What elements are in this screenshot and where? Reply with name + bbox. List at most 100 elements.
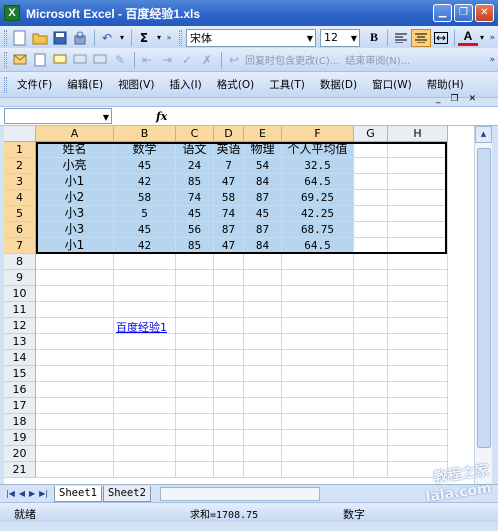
cell-f20[interactable] [282, 446, 354, 462]
cell-d20[interactable] [214, 446, 244, 462]
cell-b20[interactable] [114, 446, 176, 462]
cell-b13[interactable] [114, 334, 176, 350]
cell-d15[interactable] [214, 366, 244, 382]
tab-sheet1[interactable]: Sheet1 [54, 485, 102, 502]
cell-e4[interactable]: 87 [244, 190, 282, 206]
cell-f17[interactable] [282, 398, 354, 414]
cell-g8[interactable] [354, 254, 388, 270]
row-header-10[interactable]: 10 [4, 286, 36, 302]
column-header-a[interactable]: A [36, 126, 114, 142]
cell-e21[interactable] [244, 462, 282, 478]
cell-h1[interactable] [388, 142, 448, 158]
menu-help[interactable]: 帮助(H) [427, 77, 464, 92]
cell-a9[interactable] [36, 270, 114, 286]
last-sheet-icon[interactable]: ▶| [39, 489, 48, 498]
cell-g3[interactable] [354, 174, 388, 190]
cell-b5[interactable]: 5 [114, 206, 176, 222]
cell-d12[interactable] [214, 318, 244, 334]
font-color-dropdown-icon[interactable]: ▾ [478, 29, 486, 47]
bold-button[interactable]: B [364, 29, 384, 47]
row-header-12[interactable]: 12 [4, 318, 36, 334]
cell-e1[interactable]: 物理 [244, 142, 282, 158]
cell-b19[interactable] [114, 430, 176, 446]
cell-d8[interactable] [214, 254, 244, 270]
cell-c14[interactable] [176, 350, 214, 366]
cell-e18[interactable] [244, 414, 282, 430]
cell-c19[interactable] [176, 430, 214, 446]
cell-b2[interactable]: 45 [114, 158, 176, 174]
cell-d4[interactable]: 58 [214, 190, 244, 206]
cell-f11[interactable] [282, 302, 354, 318]
undo-icon[interactable]: ↶ [98, 29, 116, 47]
cell-a17[interactable] [36, 398, 114, 414]
cell-g20[interactable] [354, 446, 388, 462]
cell-c20[interactable] [176, 446, 214, 462]
cell-c13[interactable] [176, 334, 214, 350]
cell-a18[interactable] [36, 414, 114, 430]
cell-a10[interactable] [36, 286, 114, 302]
cell-f4[interactable]: 69.25 [282, 190, 354, 206]
cell-f12[interactable] [282, 318, 354, 334]
cell-g12[interactable] [354, 318, 388, 334]
menu-edit[interactable]: 编辑(E) [67, 77, 103, 92]
cell-a8[interactable] [36, 254, 114, 270]
cell-h8[interactable] [388, 254, 448, 270]
cell-e3[interactable]: 84 [244, 174, 282, 190]
cell-e13[interactable] [244, 334, 282, 350]
cell-f8[interactable] [282, 254, 354, 270]
cell-e8[interactable] [244, 254, 282, 270]
cell-h13[interactable] [388, 334, 448, 350]
row-header-2[interactable]: 2 [4, 158, 36, 174]
cell-d14[interactable] [214, 350, 244, 366]
cell-d2[interactable]: 7 [214, 158, 244, 174]
cell-g9[interactable] [354, 270, 388, 286]
cell-f14[interactable] [282, 350, 354, 366]
scroll-up-icon[interactable]: ▲ [475, 126, 492, 143]
horizontal-scrollbar[interactable] [159, 486, 320, 501]
cell-f1[interactable]: 个人平均值 [282, 142, 354, 158]
select-all-corner[interactable] [4, 126, 36, 142]
hyperlink-cell-text[interactable]: 百度经验1 [116, 319, 167, 335]
cell-b15[interactable] [114, 366, 176, 382]
cell-h5[interactable] [388, 206, 448, 222]
cell-g2[interactable] [354, 158, 388, 174]
cell-g4[interactable] [354, 190, 388, 206]
cell-a3[interactable]: 小1 [36, 174, 114, 190]
cell-e12[interactable] [244, 318, 282, 334]
cell-h6[interactable] [388, 222, 448, 238]
cell-c18[interactable] [176, 414, 214, 430]
cell-g14[interactable] [354, 350, 388, 366]
show-comment-icon[interactable] [91, 51, 109, 69]
cell-f16[interactable] [282, 382, 354, 398]
cell-a5[interactable]: 小3 [36, 206, 114, 222]
restore-button[interactable]: ❐ [454, 4, 473, 22]
tab-sheet2[interactable]: Sheet2 [102, 485, 151, 502]
cell-h20[interactable] [388, 446, 448, 462]
cell-d7[interactable]: 47 [214, 238, 244, 254]
cell-a16[interactable] [36, 382, 114, 398]
cell-e5[interactable]: 45 [244, 206, 282, 222]
cell-h18[interactable] [388, 414, 448, 430]
cell-a1[interactable]: 姓名 [36, 142, 114, 158]
menu-window[interactable]: 窗口(W) [372, 77, 412, 92]
menu-format[interactable]: 格式(O) [217, 77, 254, 92]
cell-a7[interactable]: 小1 [36, 238, 114, 254]
cell-b6[interactable]: 45 [114, 222, 176, 238]
workbook-close-icon[interactable]: ✕ [469, 94, 477, 104]
cell-e19[interactable] [244, 430, 282, 446]
cell-h3[interactable] [388, 174, 448, 190]
scroll-thumb[interactable] [477, 148, 491, 448]
cell-b3[interactable]: 42 [114, 174, 176, 190]
cell-c5[interactable]: 45 [176, 206, 214, 222]
font-size-select[interactable]: 12 ▼ [320, 28, 360, 47]
cell-b17[interactable] [114, 398, 176, 414]
save-icon[interactable] [51, 29, 69, 47]
cell-c16[interactable] [176, 382, 214, 398]
cell-d9[interactable] [214, 270, 244, 286]
row-header-6[interactable]: 6 [4, 222, 36, 238]
toolbar-options-icon[interactable]: » [165, 29, 173, 47]
cell-g1[interactable] [354, 142, 388, 158]
cell-g11[interactable] [354, 302, 388, 318]
cell-e17[interactable] [244, 398, 282, 414]
cell-b14[interactable] [114, 350, 176, 366]
